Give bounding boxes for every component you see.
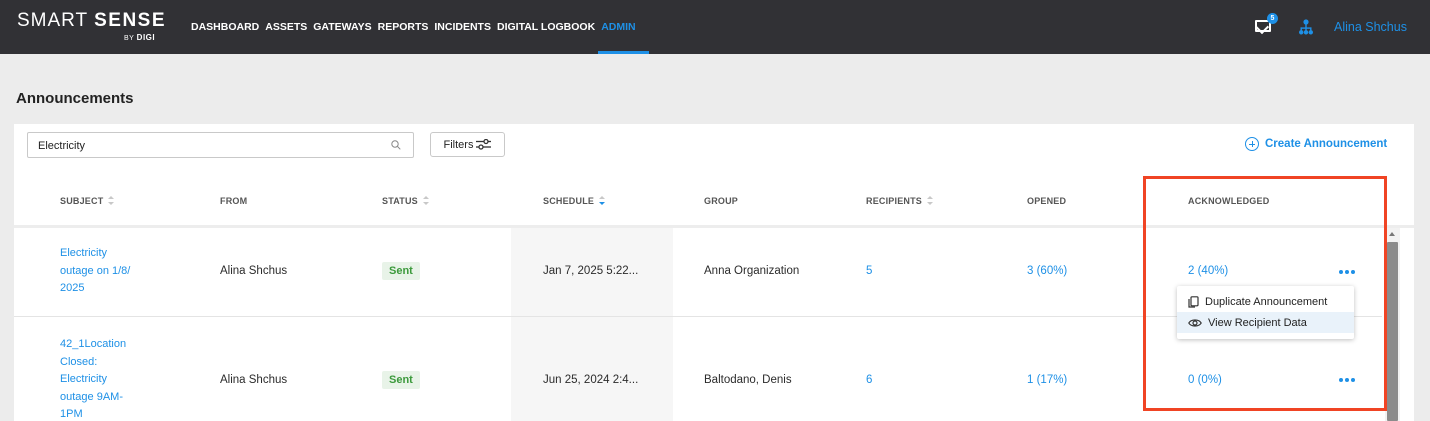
sort-desc-icon[interactable] <box>599 196 606 205</box>
top-nav-bar: SMART SENSE BY DIGI DASHBOARD ASSETS GAT… <box>0 0 1430 54</box>
scroll-up-arrow-icon[interactable] <box>1389 232 1395 236</box>
row-1-schedule: Jan 7, 2025 5:22... <box>543 265 639 277</box>
column-header-group: GROUP <box>704 196 739 206</box>
sort-icon[interactable] <box>108 196 115 205</box>
nav-assets[interactable]: ASSETS <box>262 0 310 54</box>
search-icon[interactable] <box>391 140 401 150</box>
row-1-group: Anna Organization <box>704 265 800 277</box>
row-1-subject-link[interactable]: Electricity outage on 1/8/ 2025 <box>60 245 140 298</box>
user-menu[interactable]: Alina Shchus <box>1334 20 1407 34</box>
main-nav: DASHBOARD ASSETS GATEWAYS REPORTS INCIDE… <box>188 0 650 54</box>
row-2-recipients-link[interactable]: 6 <box>866 374 872 386</box>
row-1-from: Alina Shchus <box>220 265 288 277</box>
create-announcement-label: Create Announcement <box>1265 138 1388 150</box>
search-value: Electricity <box>38 140 86 152</box>
row-2-opened-link[interactable]: 1 (17%) <box>1027 374 1067 386</box>
table-scrollbar[interactable] <box>1385 228 1400 421</box>
column-header-opened: OPENED <box>1027 196 1067 206</box>
column-header-status[interactable]: STATUS <box>382 196 429 206</box>
row-2-schedule: Jun 25, 2024 2:4... <box>543 374 639 386</box>
column-header-recipients[interactable]: RECIPIENTS <box>866 196 934 206</box>
sort-icon[interactable] <box>927 196 934 205</box>
organization-icon[interactable] <box>1298 19 1314 35</box>
sort-icon[interactable] <box>422 196 429 205</box>
search-input[interactable]: Electricity <box>27 132 414 158</box>
row-1-recipients-link[interactable]: 5 <box>866 265 872 277</box>
filters-button[interactable]: Filters <box>430 132 505 157</box>
filters-label: Filters <box>443 138 474 151</box>
nav-gateways[interactable]: GATEWAYS <box>310 0 374 54</box>
row-1-opened-link[interactable]: 3 (60%) <box>1027 265 1067 277</box>
page-title: Announcements <box>16 90 134 107</box>
nav-incidents[interactable]: INCIDENTS <box>431 0 494 54</box>
row-2-status-badge: Sent <box>382 371 420 389</box>
nav-dashboard[interactable]: DASHBOARD <box>188 0 262 54</box>
create-announcement-button[interactable]: Create Announcement <box>1245 137 1387 151</box>
mail-icon[interactable]: 5 <box>1255 13 1278 32</box>
scrollbar-thumb[interactable] <box>1387 242 1398 421</box>
plus-circle-icon <box>1245 137 1259 151</box>
row-1-status-badge: Sent <box>382 262 420 280</box>
row-2-from: Alina Shchus <box>220 374 288 386</box>
row-2-subject-link[interactable]: 42_1Location Closed: Electricity outage … <box>60 336 140 421</box>
logo-digi: DIGI <box>136 33 156 42</box>
mail-badge: 5 <box>1267 13 1278 24</box>
sliders-icon <box>476 139 492 150</box>
smartsense-logo[interactable]: SMART SENSE BY DIGI <box>17 10 167 43</box>
column-header-subject[interactable]: SUBJECT <box>60 196 115 206</box>
logo-by: BY <box>124 35 135 42</box>
column-header-schedule[interactable]: SCHEDULE <box>543 196 606 206</box>
logo-light: SMART <box>17 10 88 31</box>
nav-reports[interactable]: REPORTS <box>375 0 432 54</box>
column-header-from: FROM <box>220 196 248 206</box>
schedule-column-shade <box>511 228 673 421</box>
nav-admin[interactable]: ADMIN <box>598 0 650 54</box>
logo-bold: SENSE <box>94 10 167 31</box>
nav-digital-logbook[interactable]: DIGITAL LOGBOOK <box>494 0 598 54</box>
highlight-box <box>1143 176 1387 411</box>
row-2-group: Baltodano, Denis <box>704 374 792 386</box>
